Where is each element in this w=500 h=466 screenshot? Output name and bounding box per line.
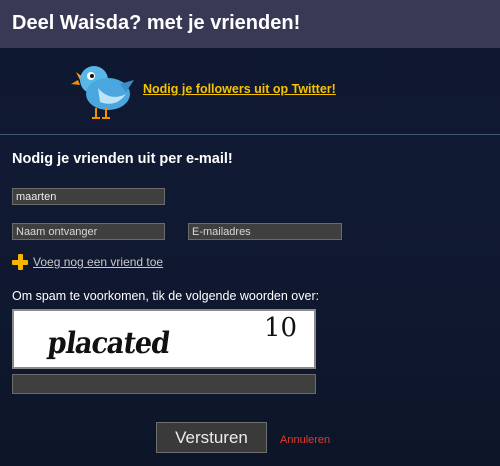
twitter-bird-icon[interactable] — [68, 58, 136, 122]
email-section-title: Nodig je vrienden uit per e-mail! — [12, 151, 233, 167]
cancel-link[interactable]: Annuleren — [280, 434, 330, 446]
plus-icon[interactable] — [12, 254, 28, 270]
recipient-email-field[interactable] — [188, 223, 342, 240]
add-friend-link[interactable]: Voeg nog een vriend toe — [33, 255, 163, 269]
captcha-number: 10 — [264, 313, 298, 343]
twitter-invite-link[interactable]: Nodig je followers uit op Twitter! — [143, 82, 336, 96]
section-divider — [0, 134, 500, 135]
page-title: Deel Waisda? met je vrienden! — [12, 12, 301, 34]
captcha-instruction: Om spam te voorkomen, tik de volgende wo… — [12, 289, 320, 303]
captcha-word: placated — [45, 326, 172, 361]
twitter-bird-shape — [71, 66, 134, 119]
captcha-input[interactable] — [12, 374, 316, 394]
submit-button[interactable]: Versturen — [156, 422, 267, 453]
sender-name-field[interactable] — [12, 188, 165, 205]
recipient-name-field[interactable] — [12, 223, 165, 240]
header-bar: Deel Waisda? met je vrienden! — [0, 0, 500, 48]
captcha-image: placated 10 — [12, 309, 316, 369]
